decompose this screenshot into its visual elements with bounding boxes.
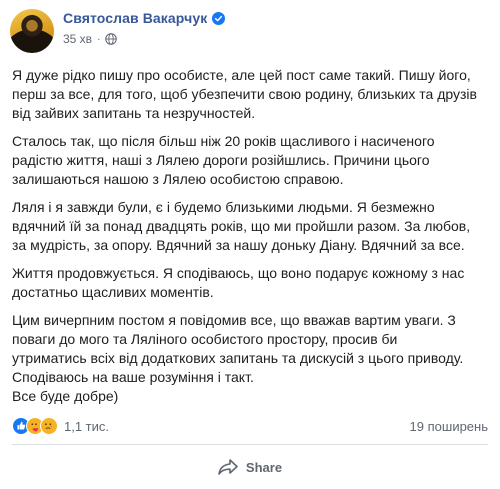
post-text-line: Я дуже рідко пишу про особисте, але цей … — [12, 67, 471, 83]
post-text-line: Сподіваюсь на ваше розуміння і такт. — [12, 369, 254, 385]
post-paragraph: Ляля і я завжди були, є і будемо близьки… — [12, 198, 488, 255]
post-paragraph: Я дуже рідко пишу про особисте, але цей … — [12, 66, 488, 123]
post-header: Святослав Вакарчук 35 хв · — [10, 9, 490, 55]
reactions-summary[interactable]: 1,1 тис. — [12, 417, 109, 435]
post-text-line: Все буде добре) — [12, 388, 119, 404]
post-text-line: вдячний їй за понад двадцять років, що м… — [12, 218, 471, 234]
post-meta: 35 хв · — [63, 32, 118, 46]
avatar[interactable] — [10, 9, 54, 53]
post-paragraph: Життя продовжується. Я сподіваюсь, що во… — [12, 264, 488, 302]
post-text-line: за мудрість, за опору. Вдячний за нашу д… — [12, 237, 465, 253]
post-time[interactable]: 35 хв — [63, 32, 92, 46]
author-row: Святослав Вакарчук — [63, 10, 226, 26]
share-label: Share — [245, 459, 283, 475]
post-text-line: Ляля і я завжди були, є і будемо близьки… — [12, 199, 435, 215]
post-body: Я дуже рідко пишу про особисте, але цей … — [12, 66, 488, 415]
share-button[interactable]: Share — [0, 445, 500, 489]
post-text-line: залишаються нашою з Лялею особистою спра… — [12, 171, 344, 187]
reaction-count: 1,1 тис. — [64, 418, 110, 434]
post-text-line: від зайвих запитань та незручностей. — [12, 105, 256, 121]
post-text-line: поваги до мого та Ляліного особистого пр… — [12, 331, 398, 347]
post-paragraph: Цим вичерпним постом я повідомив все, що… — [12, 311, 488, 406]
globe-icon — [105, 33, 118, 45]
reaction-icons — [12, 417, 58, 435]
post-text-line: радістю життя, наші з Лялею дороги розій… — [12, 152, 430, 168]
sad-icon — [40, 417, 58, 435]
post-text-line: Сталось так, що після більш ніж 20 років… — [12, 133, 435, 149]
post-paragraph: Сталось так, що після більш ніж 20 років… — [12, 132, 488, 189]
post-text-line: перш за все, для того, щоб убезпечити св… — [12, 86, 477, 102]
post-text-line: Цим вичерпним постом я повідомив все, що… — [12, 312, 456, 328]
share-count[interactable]: 19 поширень — [410, 419, 488, 434]
meta-separator: · — [97, 33, 101, 45]
post-text-line: Життя продовжується. Я сподіваюсь, що во… — [12, 265, 465, 281]
post-text-line: достатньо щасливих моментів. — [12, 284, 214, 300]
post-text-line: утриматись всіх від додаткових запитань … — [12, 350, 464, 366]
author-name[interactable]: Святослав Вакарчук — [63, 10, 207, 26]
verified-badge-icon — [212, 11, 226, 25]
share-icon — [218, 459, 238, 475]
post-card: Святослав Вакарчук 35 хв · Я дуже рідко … — [0, 0, 500, 489]
